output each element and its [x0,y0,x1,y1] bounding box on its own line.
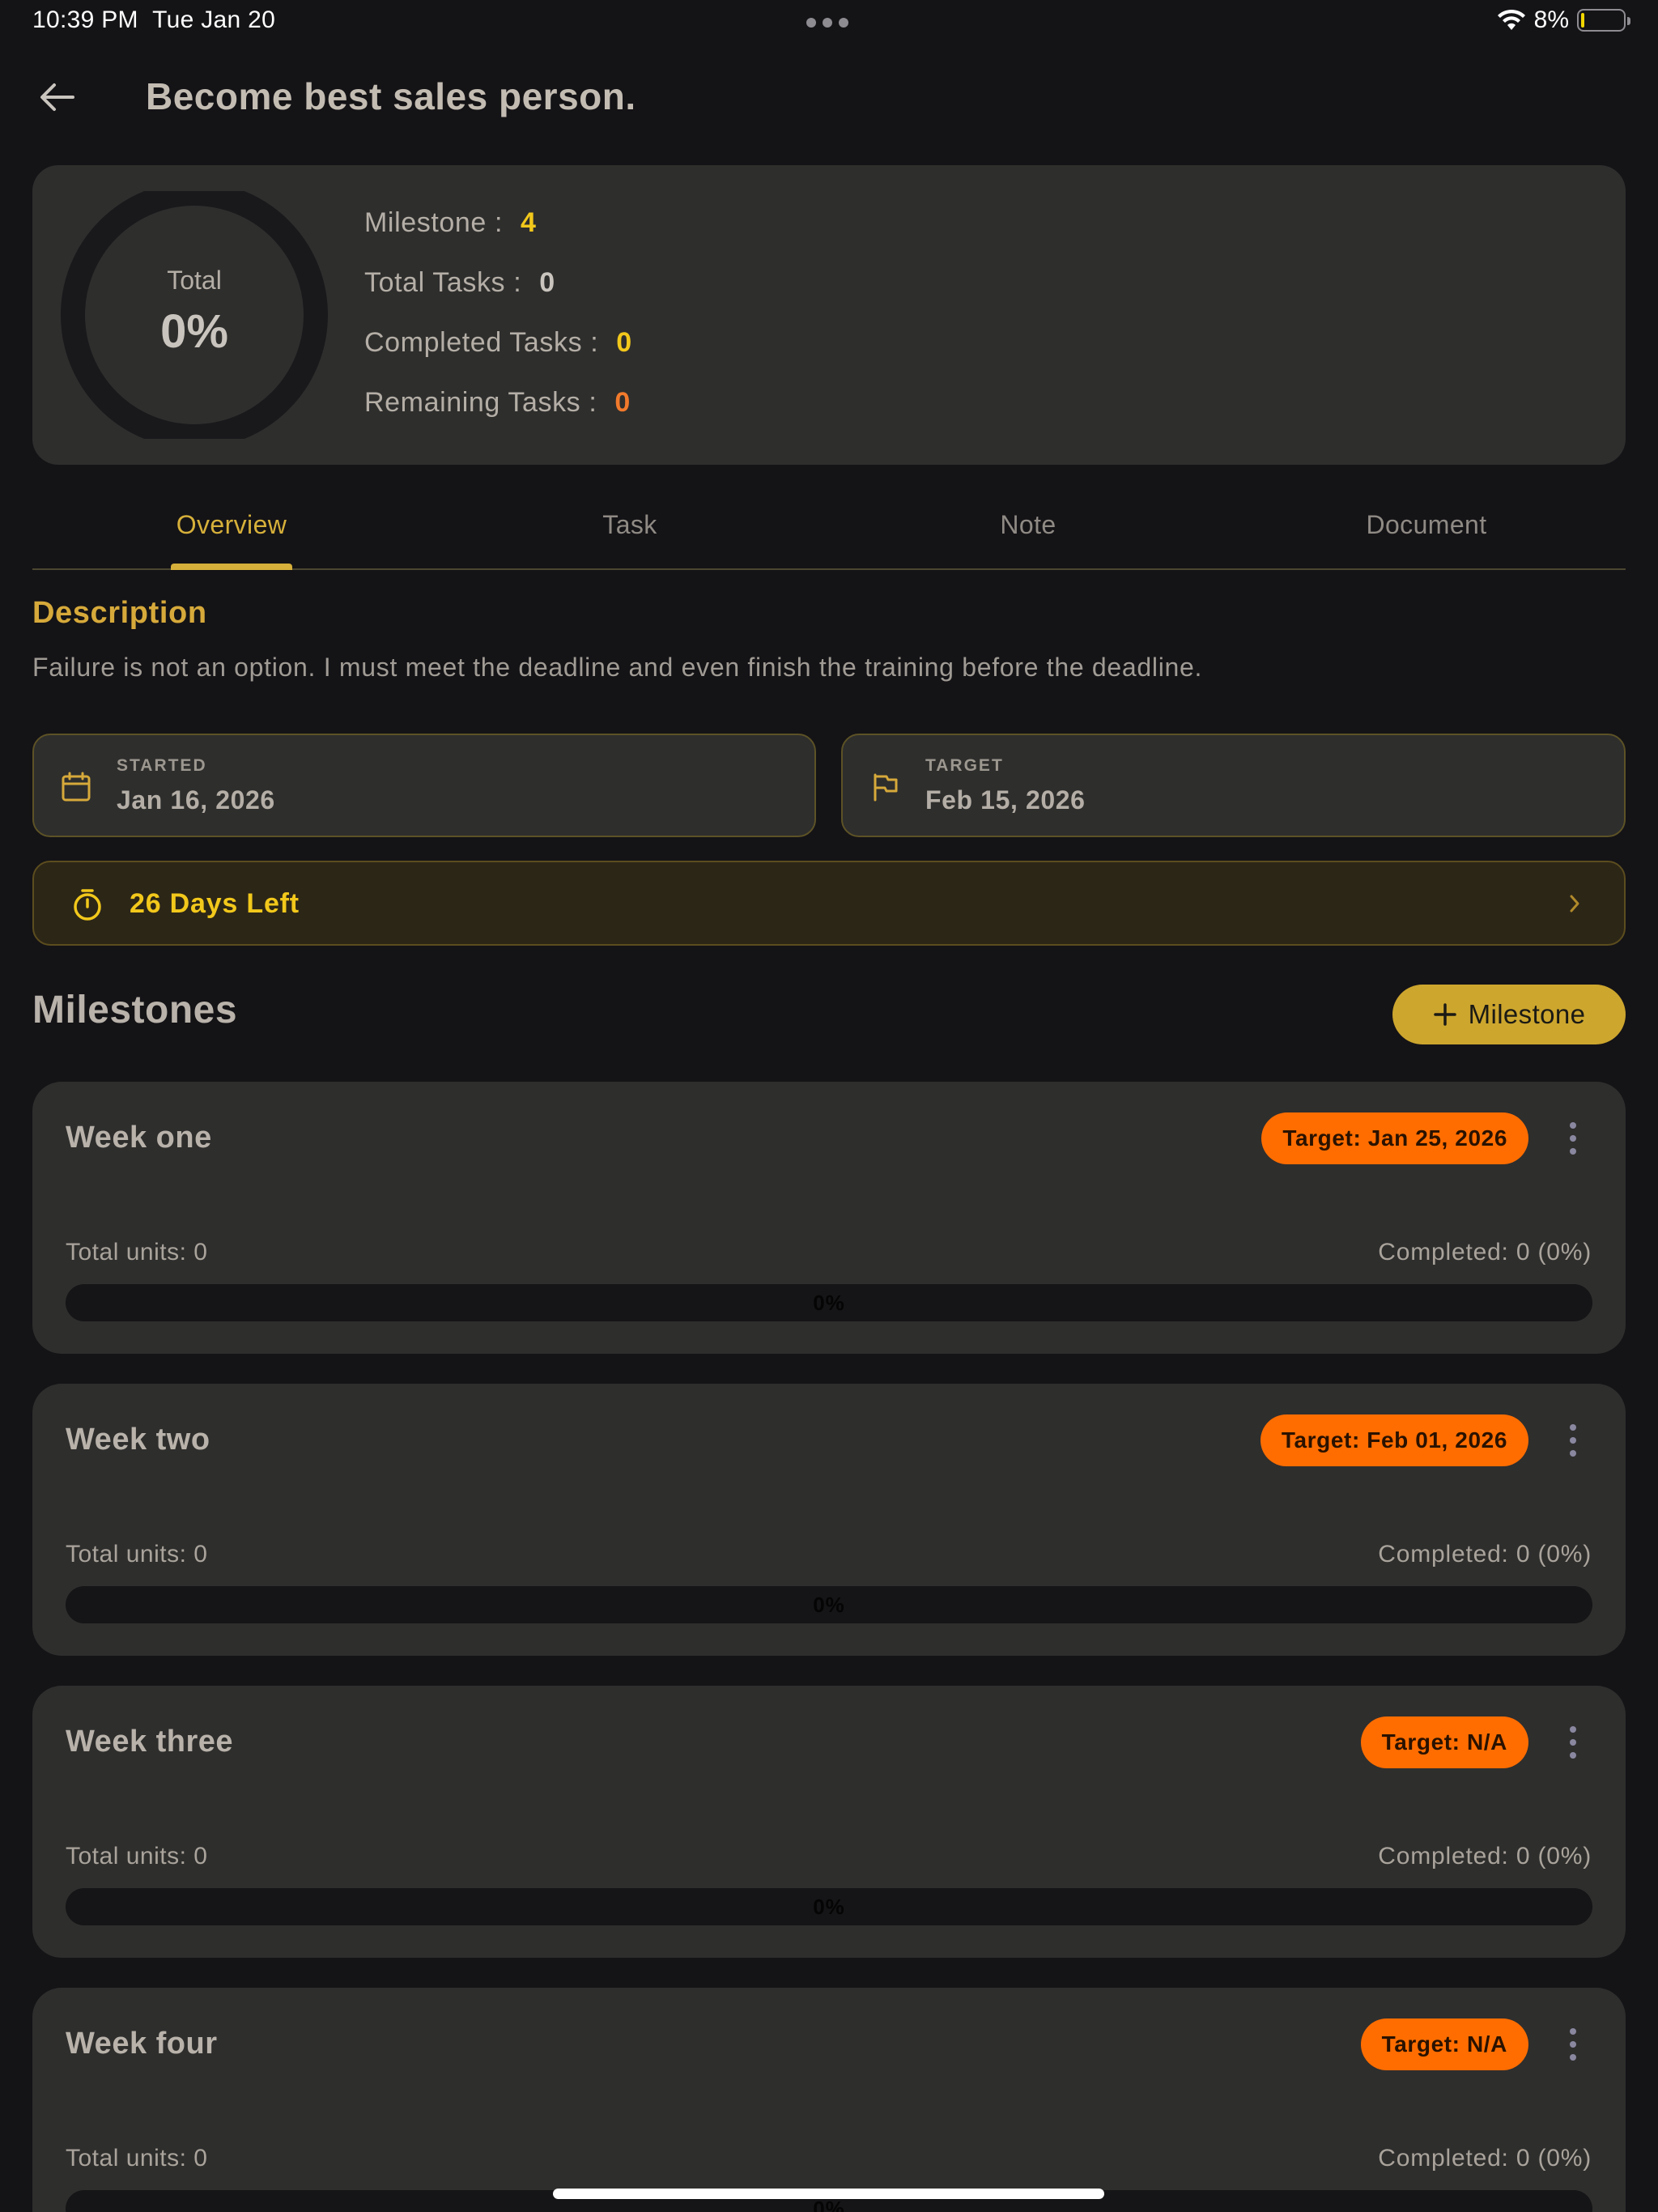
stat-value: 0 [614,387,631,418]
target-label: TARGET [925,756,1004,775]
milestone-target-badge: Target: N/A [1360,2018,1528,2070]
status-clock: 10:39 PM [32,6,138,33]
milestone-target-badge: Target: N/A [1360,1716,1528,1768]
stat-label: Total Tasks : [364,267,522,298]
home-indicator[interactable] [553,2189,1104,2199]
milestone-name: Week two [66,1423,210,1457]
ring-value: 0% [160,305,228,358]
flag-icon [874,773,898,802]
goal-detail-screen: 10:39 PM Tue Jan 20 8% Become best sales… [0,0,1658,2212]
milestone-progress-label: 0% [813,1894,845,1919]
milestone-completed: Completed: 0 (0%) [1378,2145,1592,2172]
plus-icon [1433,1003,1456,1026]
milestone-card[interactable]: Week three Target: N/A Total units: 0 Co… [32,1686,1626,1958]
stat-label: Remaining Tasks : [364,387,597,418]
tab-label: Task [602,510,657,539]
milestone-progress-bar: 0% [66,1284,1592,1321]
tab-label: Overview [176,510,287,539]
battery-icon [1577,9,1630,32]
timer-icon [74,889,101,921]
milestone-target-badge: Target: Jan 25, 2026 [1261,1112,1528,1164]
milestone-card[interactable]: Week two Target: Feb 01, 2026 Total unit… [32,1384,1626,1656]
started-label: STARTED [117,756,207,775]
milestone-name: Week three [66,1725,234,1759]
milestone-name: Week one [66,1121,212,1155]
milestone-completed: Completed: 0 (0%) [1378,1843,1592,1870]
more-vertical-icon[interactable] [1567,1726,1579,1759]
ring-label: Total [167,266,222,295]
target-date-card[interactable]: TARGET Feb 15, 2026 [841,734,1626,837]
stat-value: 0 [539,267,555,298]
stat-label: Milestone : [364,207,504,238]
status-right: 8% [1497,6,1630,34]
tab-document[interactable]: Document [1227,499,1626,568]
started-date-card[interactable]: STARTED Jan 16, 2026 [32,734,816,837]
tab-task[interactable]: Task [431,499,829,568]
tab-note[interactable]: Note [829,499,1227,568]
more-vertical-icon[interactable] [1567,1122,1579,1155]
status-bar: 10:39 PM Tue Jan 20 8% [0,0,1658,45]
started-value: Jan 16, 2026 [117,785,275,815]
days-left-banner[interactable]: 26 Days Left [32,861,1626,946]
battery-level [1581,13,1584,28]
wifi-icon [1497,9,1525,30]
stat-label: Completed Tasks : [364,327,599,358]
stat-value: 4 [521,207,537,238]
tab-label: Document [1366,510,1487,539]
description-text: Failure is not an option. I must meet th… [32,653,1203,682]
back-button[interactable] [32,73,81,121]
status-time: 10:39 PM Tue Jan 20 [32,6,275,34]
milestone-target-badge: Target: Feb 01, 2026 [1260,1414,1528,1466]
chevron-right-icon [1570,895,1579,912]
stat-completed-tasks: Completed Tasks : 0 [364,327,632,387]
tab-bar: Overview Task Note Document [32,499,1626,570]
milestone-units: Total units: 0 [66,2145,208,2172]
stat-remaining-tasks: Remaining Tasks : 0 [364,387,632,447]
summary-card: Total 0% Milestone : 4 Total Tasks : 0 C… [32,165,1626,465]
more-vertical-icon[interactable] [1567,2028,1579,2061]
milestone-units: Total units: 0 [66,1541,208,1568]
stats-list: Milestone : 4 Total Tasks : 0 Completed … [364,207,632,447]
stat-total-tasks: Total Tasks : 0 [364,267,632,327]
tab-overview[interactable]: Overview [32,499,431,570]
tab-indicator [171,564,292,570]
status-date: Tue Jan 20 [152,6,276,33]
milestone-progress-bar: 0% [66,1888,1592,1925]
battery-percent: 8% [1533,6,1569,33]
milestones-title: Milestones [32,989,238,1032]
milestone-progress-label: 0% [813,1290,845,1315]
milestone-units: Total units: 0 [66,1239,208,1266]
tab-label: Note [1000,510,1056,539]
description-title: Description [32,596,207,630]
arrow-left-icon [40,83,74,111]
milestone-completed: Completed: 0 (0%) [1378,1239,1592,1266]
stat-value: 0 [616,327,632,358]
page-title: Become best sales person. [146,75,636,117]
milestone-completed: Completed: 0 (0%) [1378,1541,1592,1568]
add-milestone-button[interactable]: Milestone [1392,985,1626,1044]
days-left-text: 26 Days Left [130,888,300,919]
milestone-card[interactable]: Week four Target: N/A Total units: 0 Com… [32,1988,1626,2212]
milestone-card[interactable]: Week one Target: Jan 25, 2026 Total unit… [32,1082,1626,1354]
calendar-icon [62,772,91,802]
add-milestone-label: Milestone [1468,999,1586,1029]
milestone-progress-bar: 0% [66,1586,1592,1623]
stat-milestone: Milestone : 4 [364,207,632,267]
more-vertical-icon[interactable] [1567,1424,1579,1457]
milestone-units: Total units: 0 [66,1843,208,1870]
milestone-progress-label: 0% [813,1592,845,1617]
multitasking-dots-icon[interactable] [806,18,848,28]
milestone-name: Week four [66,2027,218,2061]
target-value: Feb 15, 2026 [925,785,1086,815]
